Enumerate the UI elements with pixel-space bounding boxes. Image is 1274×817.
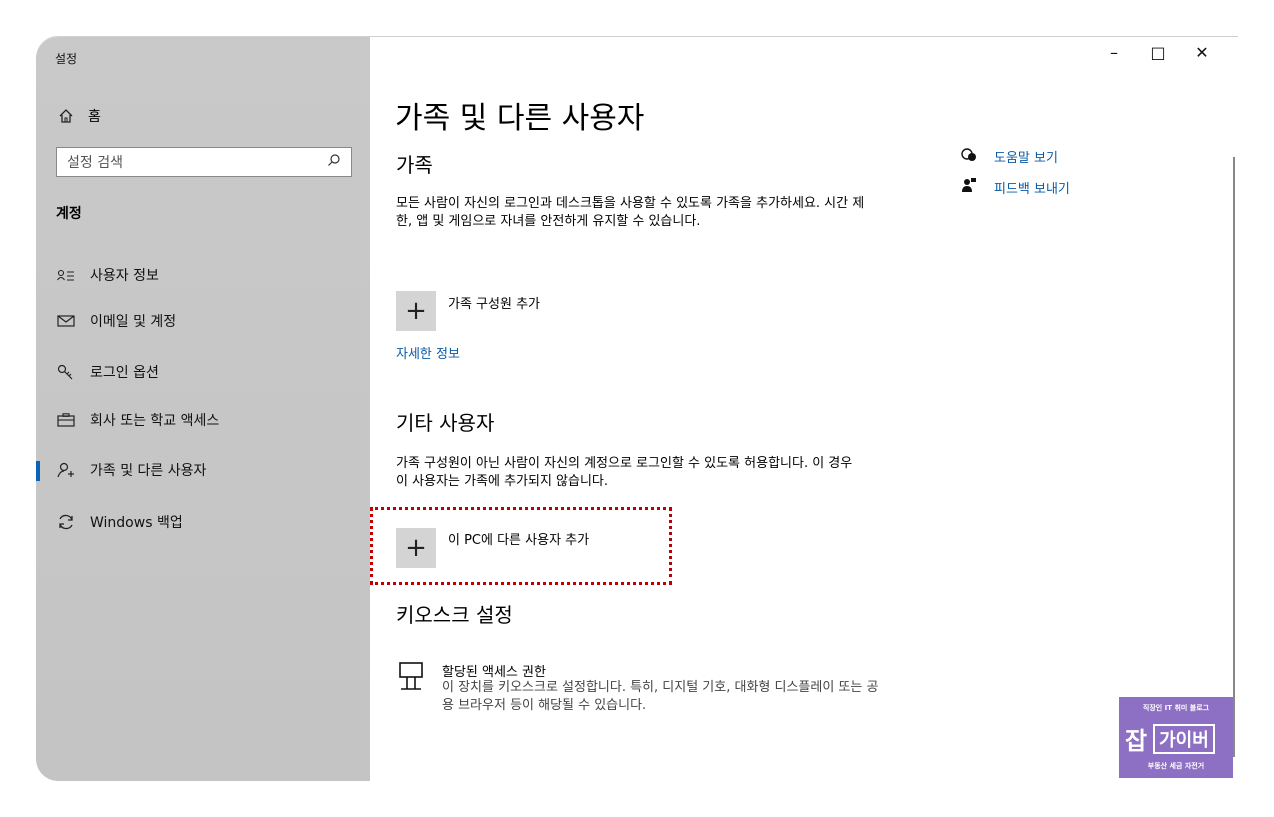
section-label-account: 계정: [56, 206, 82, 222]
sidebar-item-work-school[interactable]: 회사 또는 학교 액세스: [36, 403, 370, 437]
user-info-icon: [54, 268, 78, 282]
sidebar-item-user-info[interactable]: 사용자 정보: [36, 258, 370, 292]
sidebar-item-label: Windows 백업: [90, 515, 183, 531]
add-other-user-button[interactable]: +: [396, 528, 436, 568]
more-info-link[interactable]: 자세한 정보: [396, 343, 460, 362]
maximize-button[interactable]: □: [1138, 43, 1178, 62]
other-users-description: 가족 구성원이 아닌 사람이 자신의 계정으로 로그인할 수 있도록 허용합니다…: [396, 456, 853, 489]
watermark-big-text: 잡: [1125, 727, 1148, 755]
mail-icon: [54, 314, 78, 328]
kiosk-heading: 키오스크 설정: [396, 603, 513, 627]
family-description: 모든 사람이 자신의 로그인과 데스크톱을 사용할 수 있도록 가족을 추가하세…: [396, 196, 865, 229]
sidebar-item-label: 로그인 옵션: [90, 365, 159, 381]
nav-home-label: 홈: [88, 109, 101, 125]
add-person-icon: [54, 462, 78, 478]
main-content: – □ ✕ 가족 및 다른 사용자 가족 모든 사람이 자신의 로그인과 데스크…: [370, 37, 1238, 781]
other-users-heading: 기타 사용자: [396, 411, 495, 435]
sidebar-item-family[interactable]: 가족 및 다른 사용자: [36, 453, 370, 487]
watermark-box-text: 가이버: [1153, 723, 1215, 754]
sidebar-item-label: 사용자 정보: [90, 268, 159, 284]
sidebar: 설정 홈 설정 검색 계정 사용자 정보 이메일 및 계정 로그인 옵션 회사 …: [36, 37, 370, 781]
search-icon: [327, 153, 341, 171]
briefcase-icon: [54, 413, 78, 427]
page-title: 가족 및 다른 사용자: [395, 101, 645, 136]
watermark-logo: 직장인 IT 취미 블로그 잡 가이버 부동산 세금 자전거: [1119, 697, 1233, 778]
kiosk-icon: [398, 661, 424, 695]
sidebar-item-signin[interactable]: 로그인 옵션: [36, 355, 370, 389]
scrollbar[interactable]: [1233, 157, 1235, 757]
settings-window: 설정 홈 설정 검색 계정 사용자 정보 이메일 및 계정 로그인 옵션 회사 …: [36, 36, 1238, 781]
add-other-user-label[interactable]: 이 PC에 다른 사용자 추가: [448, 529, 589, 548]
sidebar-item-backup[interactable]: Windows 백업: [36, 505, 370, 539]
plus-icon: +: [405, 533, 427, 563]
add-family-member-label[interactable]: 가족 구성원 추가: [448, 293, 540, 312]
sidebar-item-label: 회사 또는 학교 액세스: [90, 413, 220, 429]
nav-home[interactable]: 홈: [54, 101, 354, 131]
watermark-bottom-text: 부동산 세금 자전거: [1147, 762, 1205, 770]
key-icon: [54, 364, 78, 380]
plus-icon: +: [405, 296, 427, 326]
sidebar-item-label: 가족 및 다른 사용자: [90, 463, 207, 479]
home-icon: [54, 108, 78, 124]
assigned-access-description: 이 장치를 키오스크로 설정합니다. 특히, 디지털 기호, 대화형 디스플레이…: [442, 680, 879, 713]
settings-search-input[interactable]: 설정 검색: [56, 147, 352, 177]
help-chat-icon: [958, 147, 980, 166]
sidebar-item-label: 이메일 및 계정: [90, 314, 177, 330]
add-family-member-button[interactable]: +: [396, 291, 436, 331]
feedback-link[interactable]: 피드백 보내기: [958, 177, 1070, 197]
help-link-label: 도움말 보기: [994, 151, 1058, 166]
sync-icon: [54, 513, 78, 531]
sidebar-item-email[interactable]: 이메일 및 계정: [36, 304, 370, 338]
feedback-link-label: 피드백 보내기: [994, 181, 1070, 197]
watermark-top-text: 직장인 IT 취미 블로그: [1142, 704, 1210, 712]
close-button[interactable]: ✕: [1182, 43, 1222, 62]
assigned-access-link[interactable]: 할당된 액세스 권한: [442, 661, 546, 680]
help-link[interactable]: 도움말 보기: [958, 147, 1058, 166]
search-placeholder: 설정 검색: [67, 155, 123, 171]
feedback-icon: [958, 177, 980, 197]
minimize-button[interactable]: –: [1094, 43, 1134, 62]
watermark-main: 잡 가이버: [1125, 721, 1215, 756]
family-heading: 가족: [396, 153, 433, 177]
app-title: 설정: [55, 52, 78, 66]
